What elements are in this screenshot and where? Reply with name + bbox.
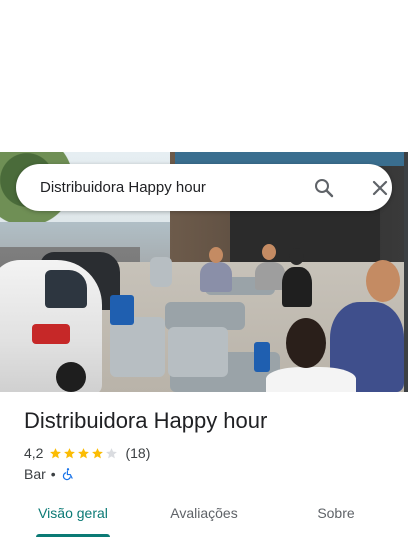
place-title: Distribuidora Happy hour [24,408,268,433]
photo-chair [110,317,165,377]
active-tab-indicator [36,534,110,537]
photo-chair [150,257,172,287]
tab-overview[interactable]: Visão geral [24,496,122,536]
place-tabs: Visão geral Avaliações Sobre [0,496,408,544]
place-page: Distribuidora Happy hour Distribuidora H… [0,0,408,544]
star-shape [92,447,104,458]
photo-car-wheel [56,362,86,392]
star-icon [92,447,104,458]
photo-car-taillight [32,324,70,344]
wheelchair-icon [62,468,73,481]
star-icon [106,447,118,458]
photo-table [165,302,245,330]
tab-about[interactable]: Sobre [296,496,376,536]
star-shape [106,447,118,458]
place-category: Bar [24,466,46,482]
category-row: Bar • [24,465,75,483]
star-icon [50,447,62,458]
photo-person [282,267,312,307]
search-query[interactable]: Distribuidora Happy hour [40,164,206,211]
photo-person-head [209,247,223,263]
rating-stars [49,447,119,460]
star-shape [50,447,62,458]
scrollbar[interactable] [404,152,408,392]
photo-car-window [45,270,87,308]
close-icon[interactable] [368,176,392,200]
photo-person [266,367,356,392]
photo-blue-cooler [254,342,270,372]
search-bar[interactable]: Distribuidora Happy hour [16,164,392,211]
search-icon[interactable] [312,176,336,200]
separator-dot: • [50,466,56,482]
tab-reviews[interactable]: Avaliações [154,496,254,536]
photo-person-head [289,248,304,265]
rating-value: 4,2 [24,445,44,461]
photo-person-head [366,260,400,302]
photo-person-head [262,244,276,260]
photo-person [255,262,285,290]
photo-person [200,262,232,292]
star-shape [78,447,90,458]
star-shape [64,447,76,458]
star-icon [64,447,76,458]
rating-row[interactable]: 4,2 (18) [24,444,150,462]
photo-person-head [286,318,326,368]
photo-blue-cooler [110,295,134,325]
photo-chair [168,327,228,377]
review-count[interactable]: (18) [125,445,150,461]
star-icon [78,447,90,458]
